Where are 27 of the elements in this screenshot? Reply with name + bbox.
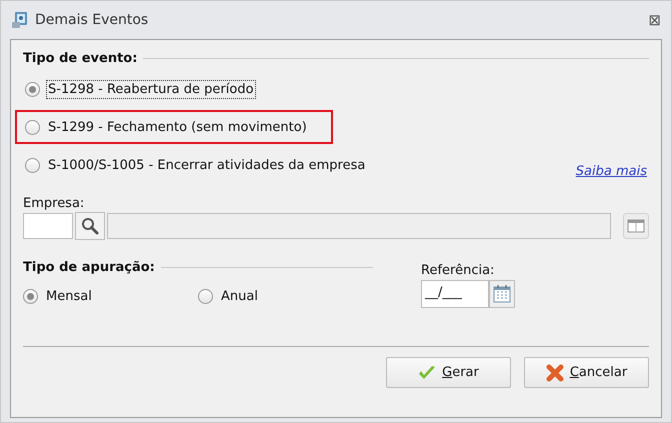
app-icon: [11, 11, 29, 29]
code-field[interactable]: [23, 213, 73, 239]
search-button[interactable]: [75, 212, 105, 240]
section-heading: Tipo de apuração:: [23, 260, 155, 274]
check-icon: [418, 364, 436, 380]
radio-button[interactable]: [23, 289, 38, 304]
close-icon: [546, 364, 564, 382]
window-title: Demais Eventos: [35, 12, 150, 28]
field-label: Empresa:: [23, 196, 86, 211]
option-label[interactable]: S-1000/S-1005 - Encerrar atividades da empresa: [46, 156, 368, 174]
radio-button[interactable]: [198, 289, 213, 304]
field-label: Referência:: [421, 263, 496, 278]
section-heading: Tipo de evento:: [23, 50, 138, 66]
option-label[interactable]: Mensal: [44, 287, 94, 306]
radio-button[interactable]: [25, 120, 40, 134]
close-button[interactable]: ⊠: [648, 11, 661, 29]
option-label[interactable]: Anual: [219, 287, 260, 306]
radio-button[interactable]: [25, 158, 40, 172]
table-icon[interactable]: [623, 213, 649, 239]
radio-button[interactable]: [25, 82, 40, 96]
option-label[interactable]: S-1298 - Reabertura de período: [46, 80, 256, 98]
cancel-button[interactable]: Cancelar: [524, 357, 649, 388]
date-field[interactable]: __/___: [421, 280, 489, 308]
generate-button[interactable]: Gerar: [386, 357, 511, 388]
help-link[interactable]: Saiba mais: [576, 164, 647, 178]
option-label[interactable]: S-1299 - Fechamento (sem movimento): [46, 118, 309, 136]
calendar-button[interactable]: [489, 280, 515, 308]
